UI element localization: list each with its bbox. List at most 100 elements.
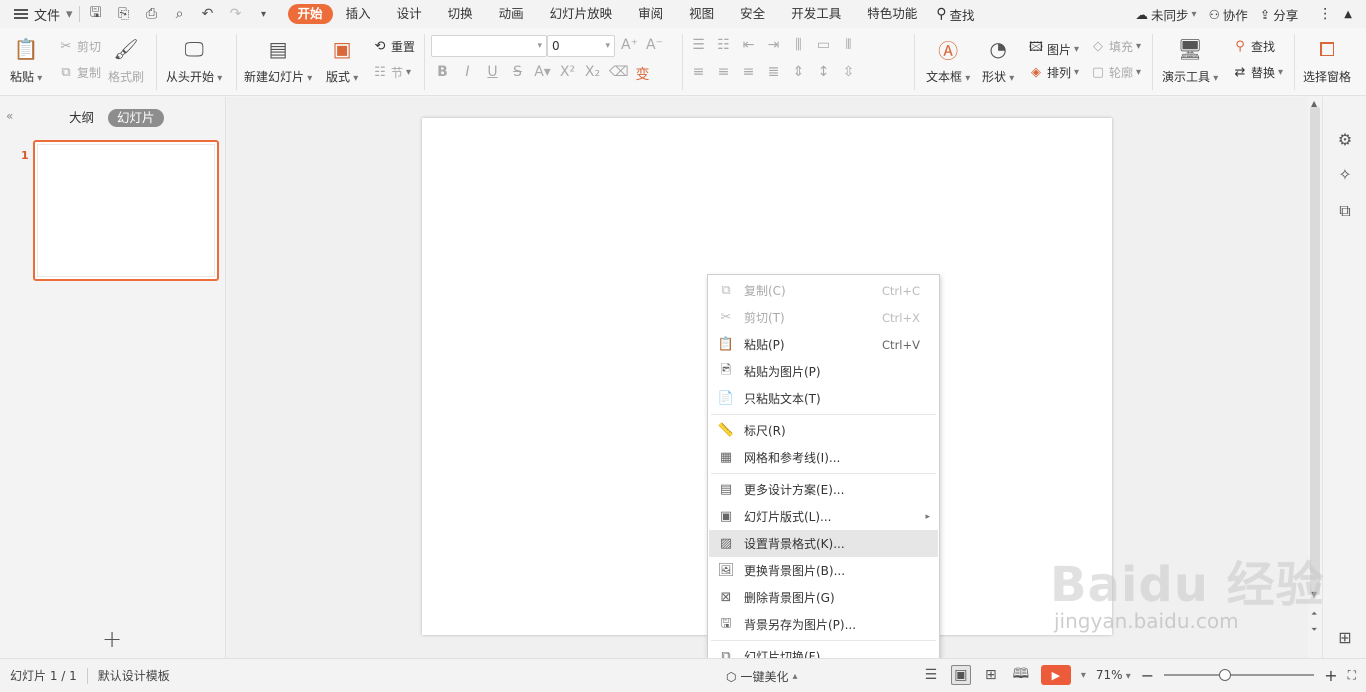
numbering-icon[interactable]: ☷ [715,37,732,53]
align-text-icon[interactable]: ▭ [815,37,832,53]
reading-view-icon[interactable]: 🕮 [1011,665,1031,685]
menu-item-paste-as-picture[interactable]: 🖻 粘贴为图片(P) [709,358,938,385]
zoom-in-icon[interactable]: + [1324,666,1337,685]
beautify-button[interactable]: ⬡ 一键美化 ▴ [726,668,798,685]
tab-slides[interactable]: 幻灯片 [108,109,164,127]
tab-slideshow[interactable]: 幻灯片放映 [537,4,626,24]
next-slide-icon[interactable]: ⏷ [1311,625,1317,635]
menu-item-copy[interactable]: ⧉ 复制(C) Ctrl+C [709,277,938,304]
tab-review[interactable]: 审阅 [625,4,676,24]
textbox-button[interactable]: Ⓐ 文本框 ▾ [926,36,970,85]
menu-item-ruler[interactable]: 📏 标尺(R) [709,417,938,444]
zoom-out-icon[interactable]: − [1141,666,1154,685]
replace-button[interactable]: ⇄ 替换 ▾ [1232,64,1284,81]
picture-button[interactable]: 🖾 图片 ▾ [1028,38,1079,60]
tab-outline[interactable]: 大纲 [69,109,94,127]
collaborate-button[interactable]: ⚇ 协作 [1209,5,1248,24]
customize-dropdown-icon[interactable]: ▾ [256,9,272,20]
outline-button[interactable]: ▢ 轮廓 ▾ [1090,64,1141,81]
menu-item-format-background[interactable]: ▨ 设置背景格式(K)... [709,530,938,557]
italic-icon[interactable]: I [459,64,476,84]
from-start-button[interactable]: 🖵 从头开始 ▾ [166,36,222,85]
justify-icon[interactable]: ≣ [765,64,782,80]
arrange-button[interactable]: ◈ 排列 ▾ [1028,64,1079,81]
tab-view[interactable]: 视图 [676,4,727,24]
save-icon[interactable]: 🖫 [88,2,104,26]
animation-pane-icon[interactable]: ✧ [1335,165,1355,184]
format-painter-button[interactable]: 🖌 格式刷 [108,36,144,85]
collapse-panel-icon[interactable]: « [6,109,13,123]
menu-item-slide-layout[interactable]: ▣ 幻灯片版式(L)... ▸ [709,503,938,530]
tab-developer[interactable]: 开发工具 [778,4,854,24]
notes-toggle-icon[interactable]: ☰ [921,665,941,685]
subscript-icon[interactable]: X₂ [584,64,601,84]
previous-slide-icon[interactable]: ⏶ [1311,609,1317,619]
zoom-level[interactable]: 71% ▾ [1096,668,1131,682]
scroll-down-icon[interactable]: ▼ [1311,590,1317,599]
transition-pane-icon[interactable]: ⧉ [1335,201,1355,221]
tab-animation[interactable]: 动画 [486,4,537,24]
vertical-scrollbar[interactable]: ▲ ▼ ⏶ ⏷ [1308,97,1322,658]
strikethrough-icon[interactable]: S [509,64,526,84]
tab-transition[interactable]: 切换 [435,4,486,24]
paste-button[interactable]: 📋 粘贴 ▾ [10,36,42,85]
font-name-combo[interactable]: ▾ [431,35,547,57]
menu-item-grid-guides[interactable]: ▦ 网格和参考线(I)... [709,444,938,471]
font-color-icon[interactable]: A▾ [534,64,551,84]
clear-format-icon[interactable]: ⌫ [609,64,629,84]
grid-apps-icon[interactable]: ⊞ [1335,628,1355,647]
more-options-icon[interactable]: ⋮ [1318,6,1332,22]
fit-window-icon[interactable]: ⛶ [1348,668,1356,683]
decrease-indent-icon[interactable]: ⇤ [740,37,757,53]
decrease-font-icon[interactable]: A⁻ [646,37,663,53]
selection-pane-button[interactable]: ⧠ 选择窗格 [1303,36,1351,85]
presentation-tools-button[interactable]: 🖥 演示工具 ▾ [1162,36,1218,85]
add-slide-icon[interactable]: + [102,625,122,653]
chevron-down-icon[interactable]: ▾ [1081,670,1086,681]
increase-font-icon[interactable]: A⁺ [621,37,638,53]
menu-item-change-background-picture[interactable]: 🖼 更换背景图片(B)... [709,557,938,584]
export-pdf-icon[interactable]: ⎘ [116,6,132,22]
scrollbar-thumb[interactable] [1310,107,1320,595]
design-template-status[interactable]: 默认设计模板 [98,667,170,684]
menu-item-more-designs[interactable]: ▤ 更多设计方案(E)... [709,476,938,503]
bold-icon[interactable]: B [434,64,451,84]
tab-design[interactable]: 设计 [384,4,435,24]
slide-sorter-icon[interactable]: ⊞ [981,665,1001,685]
play-slideshow-button[interactable]: ▶ [1040,665,1071,685]
reset-button[interactable]: ⟲ 重置 [372,38,415,55]
fill-button[interactable]: ◇ 填充 ▾ [1090,38,1141,55]
tab-features[interactable]: 特色功能 [854,4,930,24]
normal-view-icon[interactable]: ▣ [950,665,971,685]
bullets-icon[interactable]: ☰ [690,37,707,53]
print-icon[interactable]: ⎙ [144,6,160,22]
menu-item-cut[interactable]: ✂ 剪切(T) Ctrl+X [709,304,938,331]
superscript-icon[interactable]: X² [559,64,576,84]
shape-button[interactable]: ◔ 形状 ▾ [982,36,1014,85]
find-button[interactable]: ⚲ 查找 [1232,38,1275,55]
section-button[interactable]: ☷ 节 ▾ [372,64,411,81]
tab-security[interactable]: 安全 [727,4,778,24]
sync-status[interactable]: ☁ 未同步 ▾ [1136,5,1197,24]
print-preview-icon[interactable]: ⌕ [172,6,188,22]
share-button[interactable]: ⇪ 分享 [1260,5,1299,24]
zoom-slider-knob[interactable] [1219,669,1232,681]
paragraph-spacing-icon[interactable]: ⇳ [840,64,857,80]
file-menu[interactable]: 文件 ▾ [0,0,73,28]
properties-icon[interactable]: ⚙ [1335,130,1355,149]
columns-icon[interactable]: ⫴ [840,37,857,53]
tab-home[interactable]: 开始 [287,4,333,24]
new-slide-button[interactable]: ▤ 新建幻灯片 ▾ [244,36,312,85]
copy-button[interactable]: ⧉ 复制 [58,64,101,81]
align-left-icon[interactable]: ≡ [690,64,707,80]
phonetic-icon[interactable]: 变 [634,64,651,84]
tab-insert[interactable]: 插入 [333,4,384,24]
layout-button[interactable]: ▣ 版式 ▾ [326,36,358,85]
align-right-icon[interactable]: ≡ [740,64,757,80]
collapse-ribbon-icon[interactable]: ▲ [1344,9,1352,20]
cut-button[interactable]: ✂ 剪切 [58,38,101,55]
search-command[interactable]: ⚲ 查找 [936,5,974,24]
menu-item-paste-text-only[interactable]: 📄 只粘贴文本(T) [709,385,938,412]
menu-item-save-background-as-picture[interactable]: 🖫 背景另存为图片(P)... [709,611,938,638]
increase-indent-icon[interactable]: ⇥ [765,37,782,53]
